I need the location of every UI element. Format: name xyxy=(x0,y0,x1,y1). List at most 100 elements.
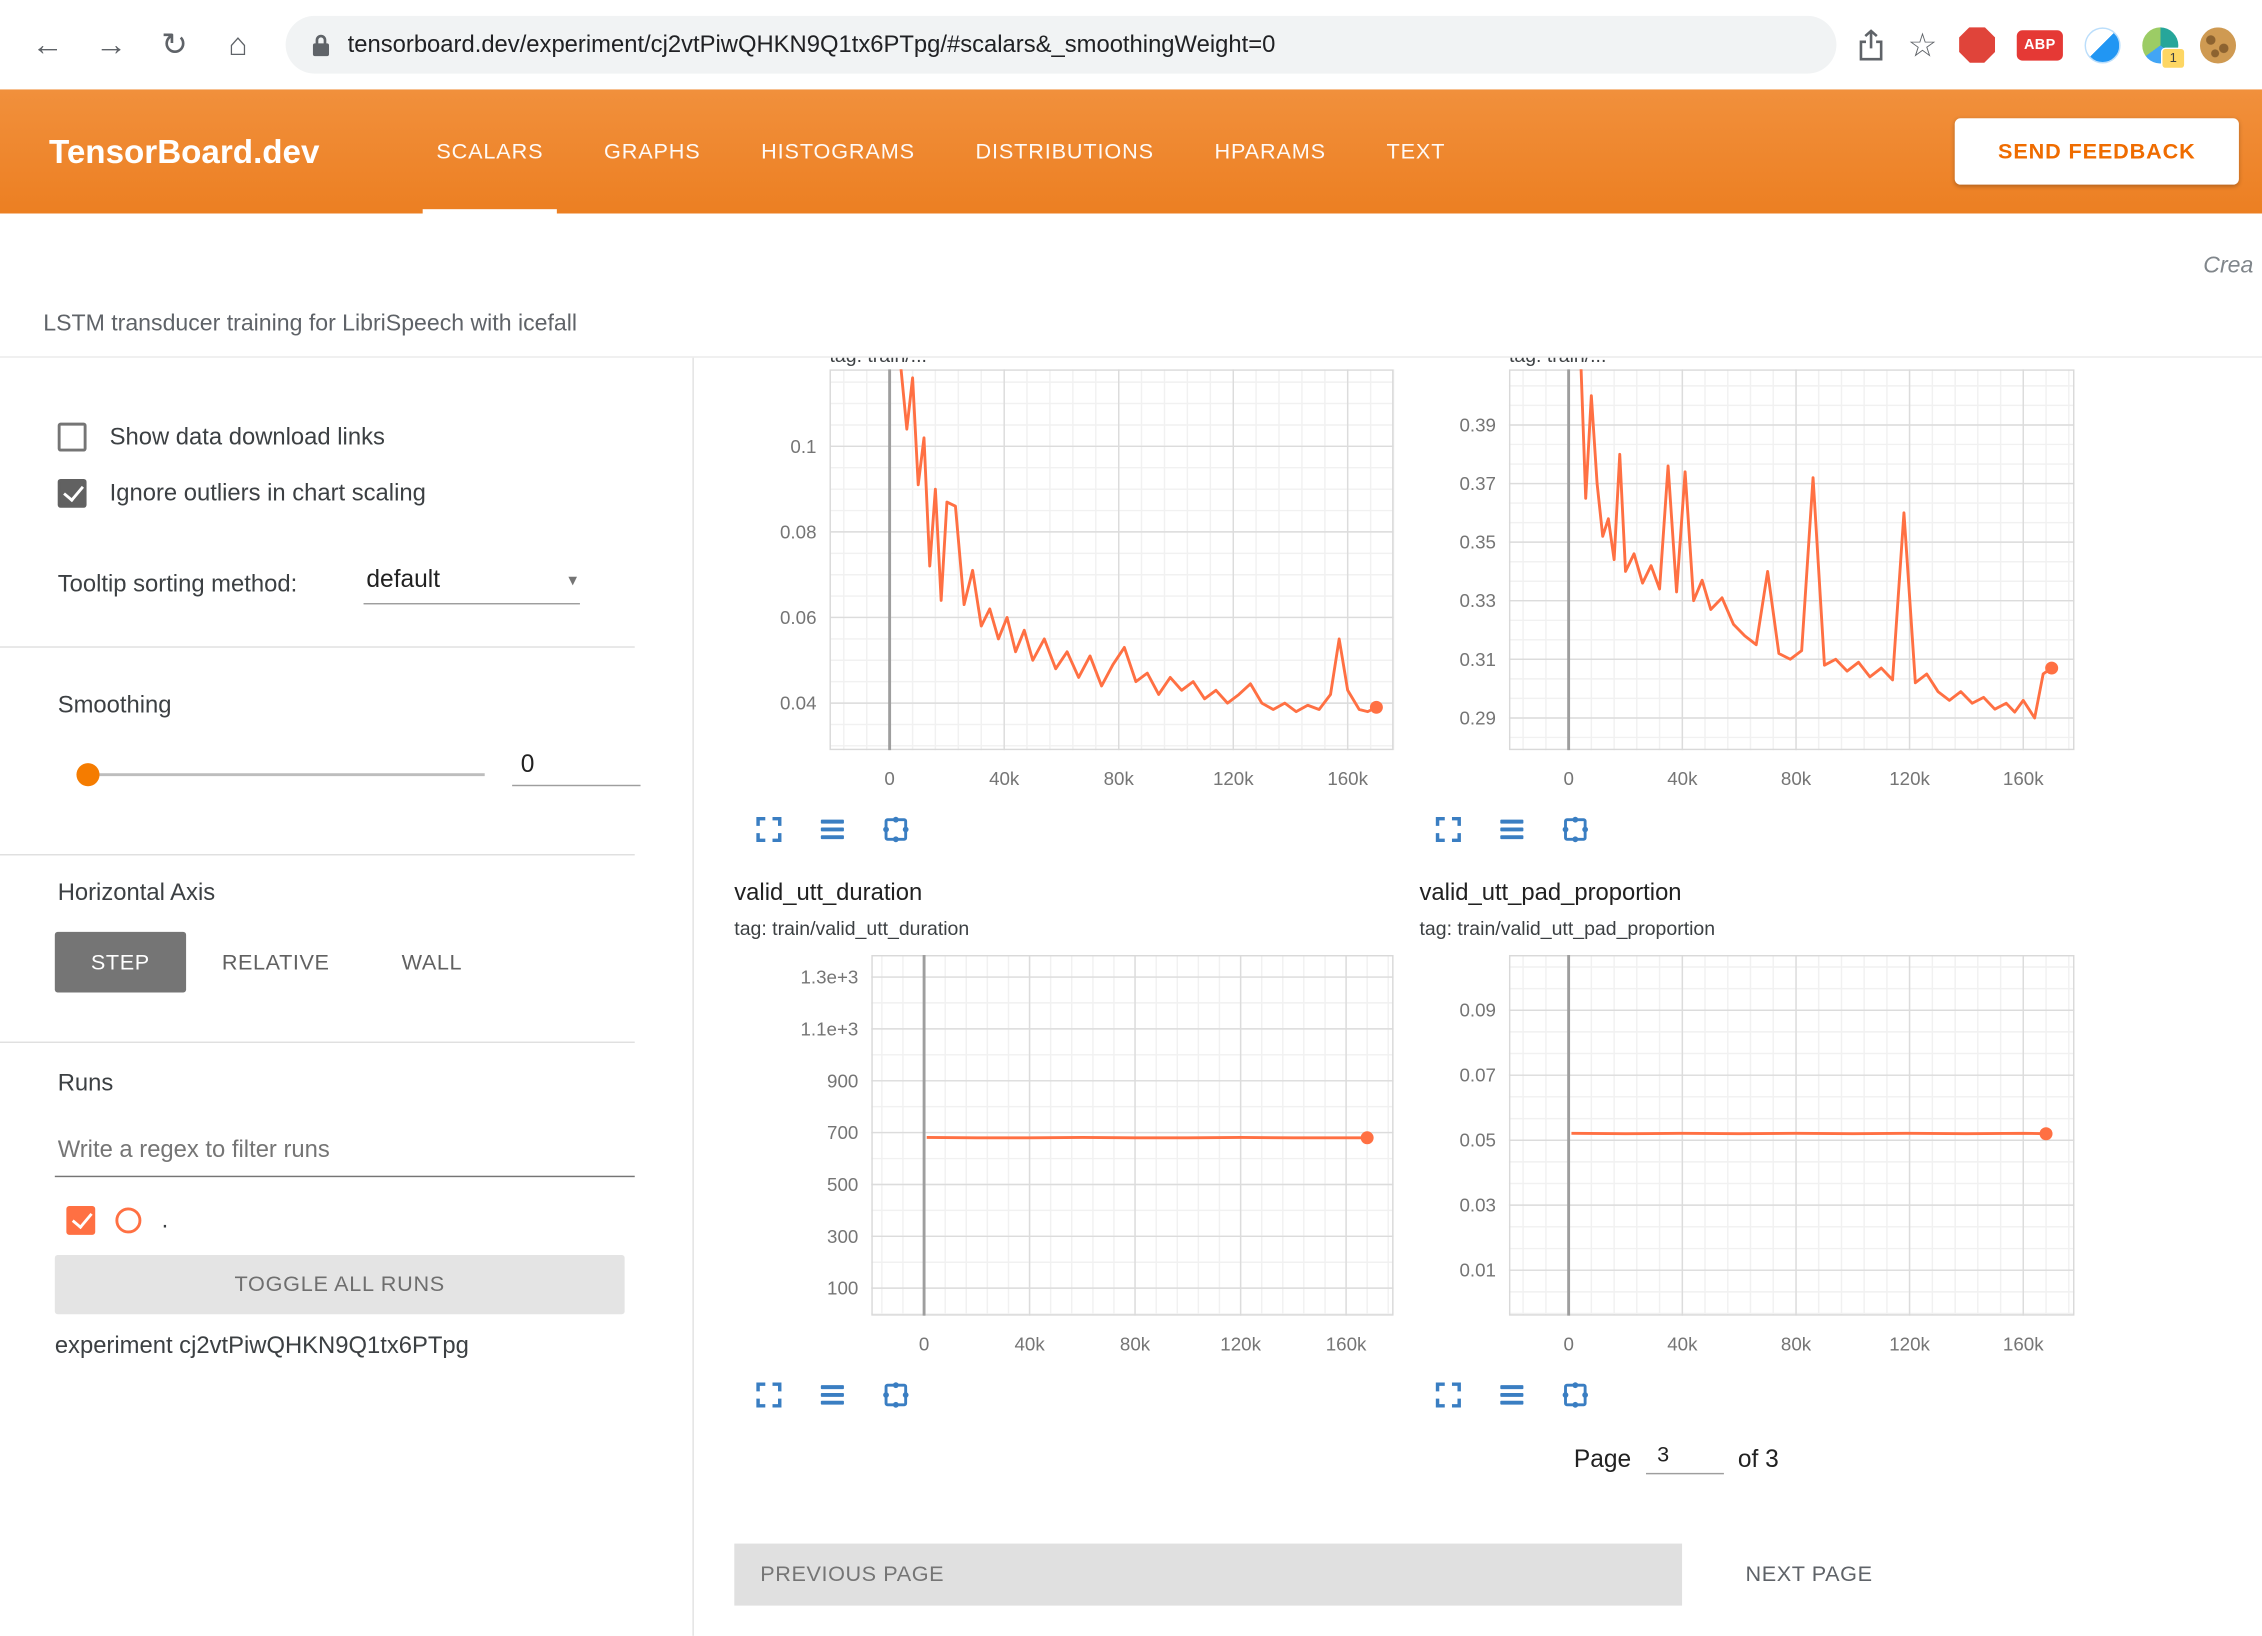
expand-chart-icon[interactable] xyxy=(1433,814,1465,846)
tab-hparams[interactable]: HPARAMS xyxy=(1184,89,1356,213)
svg-text:80k: 80k xyxy=(1781,768,1812,789)
run-name[interactable]: . xyxy=(162,1207,169,1234)
clipped-right-text: Crea xyxy=(2203,254,2253,280)
svg-text:0.06: 0.06 xyxy=(780,607,816,628)
svg-text:40k: 40k xyxy=(1667,1333,1698,1354)
svg-text:0: 0 xyxy=(919,1333,929,1354)
chart-plot-2[interactable]: 040k80k120k160k0.390.370.350.330.310.29 xyxy=(1401,369,2092,799)
charts-area: tag: train/... tag: train/... valid_utt_… xyxy=(694,358,2262,1636)
brand-logo[interactable]: TensorBoard.dev xyxy=(49,132,319,171)
smoothing-slider-track[interactable] xyxy=(81,773,485,776)
chart4-title-block: valid_utt_pad_proportion tag: train/vali… xyxy=(1420,880,1716,939)
tab-histograms[interactable]: HISTOGRAMS xyxy=(731,89,945,213)
show-download-links-checkbox[interactable] xyxy=(58,423,87,452)
tooltip-sorting-dropdown[interactable]: default ▾ xyxy=(364,563,580,605)
svg-text:160k: 160k xyxy=(2003,1333,2044,1354)
svg-text:0.08: 0.08 xyxy=(780,521,816,542)
svg-text:0.33: 0.33 xyxy=(1459,590,1496,611)
svg-text:0.1: 0.1 xyxy=(790,436,816,457)
toggle-all-runs-button[interactable]: TOGGLE ALL RUNS xyxy=(55,1255,625,1314)
svg-text:120k: 120k xyxy=(1213,768,1254,789)
show-download-links-label: Show data download links xyxy=(110,423,385,450)
tab-scalars[interactable]: SCALARS xyxy=(406,89,574,213)
address-bar[interactable]: tensorboard.dev/experiment/cj2vtPiwQHKN9… xyxy=(286,16,1837,74)
svg-text:500: 500 xyxy=(827,1174,858,1195)
experiment-description: LSTM transducer training for LibriSpeech… xyxy=(43,312,577,338)
fit-domain-icon[interactable] xyxy=(880,814,912,846)
pagination: Page of 3 xyxy=(1574,1443,1779,1475)
smoothing-value-input[interactable] xyxy=(512,747,640,786)
home-icon[interactable]: ⌂ xyxy=(211,17,266,72)
chart-plot-1[interactable]: 040k80k120k160k0.10.080.060.04 xyxy=(721,369,1411,799)
run-color-swatch[interactable] xyxy=(115,1207,141,1233)
subheader: Crea LSTM transducer training for LibriS… xyxy=(0,214,2262,358)
axis-wall-button[interactable]: WALL xyxy=(366,932,499,993)
expand-chart-icon[interactable] xyxy=(753,1379,785,1411)
settings-sidebar: Show data download links Ignore outliers… xyxy=(0,358,694,1636)
next-page-button[interactable]: NEXT PAGE xyxy=(1717,1544,1902,1606)
chart-title: valid_utt_duration xyxy=(734,880,969,907)
svg-text:0.04: 0.04 xyxy=(780,693,816,714)
axis-relative-button[interactable]: RELATIVE xyxy=(186,932,366,993)
share-icon[interactable] xyxy=(1857,28,1886,61)
page-number-input[interactable] xyxy=(1646,1443,1724,1475)
divider xyxy=(0,1042,635,1043)
svg-text:100: 100 xyxy=(827,1278,858,1299)
previous-page-button[interactable]: PREVIOUS PAGE xyxy=(734,1544,1682,1606)
chart-data-icon[interactable] xyxy=(1496,1379,1528,1411)
nav-tabs: SCALARS GRAPHS HISTOGRAMS DISTRIBUTIONS … xyxy=(406,89,1476,213)
adblock-icon[interactable] xyxy=(1959,27,1995,63)
svg-text:0.39: 0.39 xyxy=(1459,414,1496,435)
svg-text:160k: 160k xyxy=(1326,1333,1367,1354)
chart-title: valid_utt_pad_proportion xyxy=(1420,880,1716,907)
chart-tag: tag: train/valid_utt_duration xyxy=(734,917,969,939)
horizontal-axis-group: STEP RELATIVE WALL xyxy=(55,932,498,993)
bookmark-star-icon[interactable]: ☆ xyxy=(1908,28,1938,61)
svg-text:0: 0 xyxy=(884,768,894,789)
browsing-extension-icon[interactable] xyxy=(2085,27,2121,63)
tab-text[interactable]: TEXT xyxy=(1356,89,1475,213)
svg-text:0.05: 0.05 xyxy=(1459,1130,1496,1151)
account-avatar[interactable]: 1 xyxy=(2142,27,2178,63)
svg-text:0.07: 0.07 xyxy=(1459,1065,1496,1086)
chart-plot-4[interactable]: 040k80k120k160k0.090.070.050.030.01 xyxy=(1401,955,2092,1365)
reload-icon[interactable]: ↻ xyxy=(147,17,202,72)
svg-text:300: 300 xyxy=(827,1226,858,1247)
chart-data-icon[interactable] xyxy=(1496,814,1528,846)
fit-domain-icon[interactable] xyxy=(1559,814,1591,846)
tab-graphs[interactable]: GRAPHS xyxy=(574,89,731,213)
url-text: tensorboard.dev/experiment/cj2vtPiwQHKN9… xyxy=(348,31,1276,58)
svg-text:1.3e+3: 1.3e+3 xyxy=(800,967,858,988)
app-header: TensorBoard.dev SCALARS GRAPHS HISTOGRAM… xyxy=(0,89,2262,213)
svg-text:0.01: 0.01 xyxy=(1459,1260,1496,1281)
chart-data-icon[interactable] xyxy=(817,1379,849,1411)
runs-filter-input[interactable] xyxy=(55,1128,635,1177)
run-checkbox[interactable] xyxy=(66,1206,95,1235)
svg-text:0.09: 0.09 xyxy=(1459,1000,1496,1021)
abp-icon[interactable]: ABP xyxy=(2017,30,2063,60)
forward-icon[interactable]: → xyxy=(84,17,139,72)
ignore-outliers-checkbox[interactable] xyxy=(58,479,87,508)
browser-toolbar: ← → ↻ ⌂ tensorboard.dev/experiment/cj2vt… xyxy=(0,0,2262,89)
svg-text:80k: 80k xyxy=(1104,768,1135,789)
fit-domain-icon[interactable] xyxy=(880,1379,912,1411)
chart-plot-3[interactable]: 040k80k120k160k1.3e+31.1e+39007005003001… xyxy=(763,955,1411,1365)
avatar-notification-badge: 1 xyxy=(2161,47,2186,69)
send-feedback-button[interactable]: SEND FEEDBACK xyxy=(1955,118,2239,184)
chart-toolbar-2 xyxy=(1433,814,1592,846)
svg-text:0: 0 xyxy=(1563,1333,1573,1354)
svg-text:0.31: 0.31 xyxy=(1459,649,1496,670)
chart-data-icon[interactable] xyxy=(817,814,849,846)
fit-domain-icon[interactable] xyxy=(1559,1379,1591,1411)
cookie-icon[interactable] xyxy=(2200,27,2236,63)
chart-tag: tag: train/valid_utt_pad_proportion xyxy=(1420,917,1716,939)
back-icon[interactable]: ← xyxy=(20,17,75,72)
smoothing-slider-thumb[interactable] xyxy=(76,763,99,786)
expand-chart-icon[interactable] xyxy=(1433,1379,1465,1411)
axis-step-button[interactable]: STEP xyxy=(55,932,186,993)
page-of-label: of 3 xyxy=(1738,1445,1779,1474)
tab-distributions[interactable]: DISTRIBUTIONS xyxy=(945,89,1184,213)
svg-text:1.1e+3: 1.1e+3 xyxy=(800,1018,858,1039)
svg-text:160k: 160k xyxy=(1327,768,1368,789)
expand-chart-icon[interactable] xyxy=(753,814,785,846)
